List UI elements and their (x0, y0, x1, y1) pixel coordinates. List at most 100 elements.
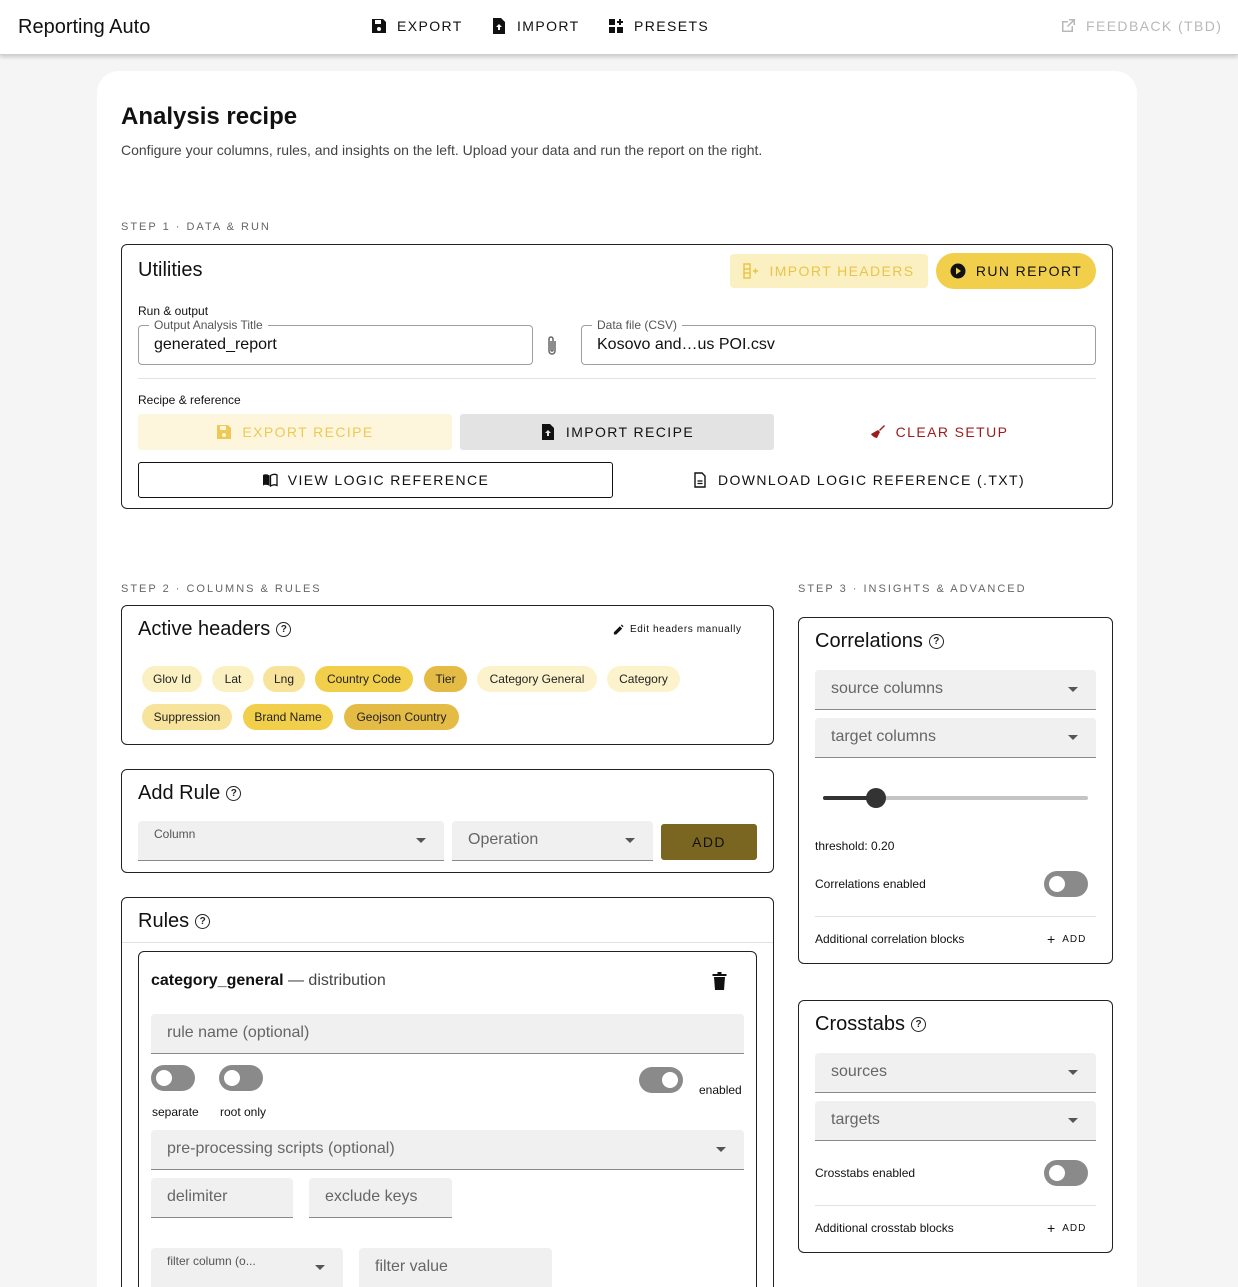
root-only-toggle[interactable] (219, 1065, 263, 1091)
crosstabs-enabled-toggle[interactable] (1044, 1160, 1088, 1186)
filter-value-input[interactable]: filter value (359, 1248, 552, 1287)
chevron-down-icon (1068, 1117, 1078, 1123)
help-icon[interactable]: ? (276, 622, 292, 637)
rules-title: Rules ? (138, 910, 211, 933)
header-chip[interactable]: Category General (477, 666, 597, 692)
column-select[interactable]: Column (138, 821, 444, 861)
add-rule-button[interactable]: ADD (661, 824, 757, 860)
target-columns-select[interactable]: target columns (815, 718, 1096, 758)
import-label: IMPORT (517, 18, 580, 34)
header-chip[interactable]: Lng (263, 666, 305, 692)
chevron-down-icon (1068, 686, 1078, 692)
header-chip[interactable]: Country Code (315, 666, 413, 692)
export-recipe-button[interactable]: EXPORT RECIPE (138, 414, 452, 450)
preprocessing-placeholder: pre-processing scripts (optional) (167, 1140, 395, 1157)
header-chip[interactable]: Brand Name (243, 704, 333, 730)
header-chip[interactable]: Geojson Country (344, 704, 459, 730)
help-icon[interactable]: ? (928, 634, 944, 649)
rule-heading: category_general — distribution (151, 972, 386, 990)
preprocessing-select[interactable]: pre-processing scripts (optional) (151, 1130, 744, 1170)
external-link-icon (1062, 19, 1075, 32)
source-columns-select[interactable]: source columns (815, 670, 1096, 710)
import-headers-label: IMPORT HEADERS (769, 263, 915, 279)
download-logic-reference-button[interactable]: DOWNLOAD LOGIC REFERENCE (.TXT) (621, 462, 1096, 498)
toggle-knob (662, 1072, 678, 1088)
edit-headers-manually-button[interactable]: Edit headers manually (613, 624, 742, 635)
data-file-field[interactable]: Data file (CSV) Kosovo and…us POI.csv (581, 318, 1096, 365)
trash-icon[interactable] (712, 972, 727, 990)
additional-correlation-blocks-label: Additional correlation blocks (815, 932, 965, 946)
additional-crosstab-blocks-label: Additional crosstab blocks (815, 1221, 954, 1235)
crosstabs-title-text: Crosstabs (815, 1013, 906, 1035)
step3-label: STEP 3 · INSIGHTS & ADVANCED (798, 583, 1027, 595)
operation-placeholder: Operation (468, 831, 539, 848)
presets-button[interactable]: PRESETS (608, 18, 709, 34)
crosstab-targets-select[interactable]: targets (815, 1101, 1096, 1141)
toggle-knob (156, 1070, 172, 1086)
rule-enabled-toggle[interactable] (639, 1067, 683, 1093)
clear-setup-button[interactable]: CLEAR SETUP (782, 414, 1096, 450)
presets-label: PRESETS (634, 18, 710, 34)
page-title: Analysis recipe (121, 103, 298, 130)
correlations-enabled-toggle[interactable] (1044, 871, 1088, 897)
add-correlation-block-button[interactable]: + ADD (1047, 931, 1086, 947)
correlations-title: Correlations ? (815, 630, 944, 653)
import-recipe-button[interactable]: IMPORT RECIPE (460, 414, 774, 450)
add-crosstab-block-button[interactable]: + ADD (1047, 1220, 1086, 1236)
help-icon[interactable]: ? (226, 786, 242, 801)
play-circle-icon (950, 263, 966, 279)
filter-column-select[interactable]: filter column (o... (151, 1248, 343, 1287)
threshold-slider[interactable] (823, 787, 1088, 809)
rule-name-placeholder: rule name (optional) (167, 1024, 310, 1041)
add-rule-title: Add Rule ? (138, 782, 242, 805)
app-bar: Reporting Auto EXPORT IMPORT PRESETS FEE… (0, 0, 1238, 55)
import-headers-button[interactable]: IMPORT HEADERS (730, 254, 928, 288)
header-chip[interactable]: Category (607, 666, 680, 692)
crosstab-sources-select[interactable]: sources (815, 1053, 1096, 1093)
recipe-reference-label: Recipe & reference (138, 393, 241, 407)
export-button[interactable]: EXPORT (371, 18, 463, 34)
separate-toggle[interactable] (151, 1065, 195, 1091)
delimiter-placeholder: delimiter (167, 1188, 228, 1205)
operation-select[interactable]: Operation (452, 821, 653, 861)
page-subtitle: Configure your columns, rules, and insig… (121, 142, 763, 158)
save-icon (372, 19, 386, 33)
correlations-divider (815, 916, 1096, 917)
slider-thumb[interactable] (866, 788, 886, 808)
chevron-down-icon (625, 837, 635, 843)
crosstabs-enabled-label: Crosstabs enabled (815, 1166, 916, 1180)
rule-name-input[interactable]: rule name (optional) (151, 1014, 744, 1054)
paperclip-icon[interactable] (545, 335, 559, 357)
step2-label: STEP 2 · COLUMNS & RULES (121, 583, 322, 595)
run-report-button[interactable]: RUN REPORT (936, 253, 1096, 289)
header-chip[interactable]: Glov Id (142, 666, 202, 692)
toggle-knob (1049, 1165, 1065, 1181)
plus-icon: + (1047, 931, 1057, 947)
header-chip[interactable]: Suppression (142, 704, 232, 730)
import-headers-icon (743, 263, 759, 279)
feedback-button[interactable]: FEEDBACK (TBD) (1060, 18, 1222, 34)
header-chip[interactable]: Tier (424, 666, 467, 692)
rule-column: category_general (151, 972, 284, 989)
toggle-knob (1049, 876, 1065, 892)
root-only-label: root only (220, 1105, 267, 1119)
filter-value-placeholder: filter value (375, 1258, 448, 1275)
delimiter-input[interactable]: delimiter (151, 1178, 293, 1218)
add-rule-label: ADD (692, 834, 726, 850)
step1-label: STEP 1 · DATA & RUN (121, 221, 271, 233)
crosstabs-divider (815, 1205, 1096, 1206)
edit-icon (613, 624, 624, 635)
import-button[interactable]: IMPORT (491, 18, 580, 34)
exclude-keys-input[interactable]: exclude keys (309, 1178, 452, 1218)
active-headers-title-text: Active headers (138, 618, 271, 640)
header-chip[interactable]: Lat (212, 666, 254, 692)
utilities-divider (138, 378, 1096, 379)
rule-separator: — (287, 972, 304, 989)
output-title-field[interactable]: Output Analysis Title generated_report (138, 318, 533, 365)
view-logic-reference-button[interactable]: VIEW LOGIC REFERENCE (138, 462, 613, 498)
help-icon[interactable]: ? (911, 1017, 927, 1032)
column-select-label: Column (154, 827, 196, 841)
file-upload-icon (541, 424, 554, 440)
help-icon[interactable]: ? (195, 914, 211, 929)
add-rule-title-text: Add Rule (138, 782, 221, 804)
